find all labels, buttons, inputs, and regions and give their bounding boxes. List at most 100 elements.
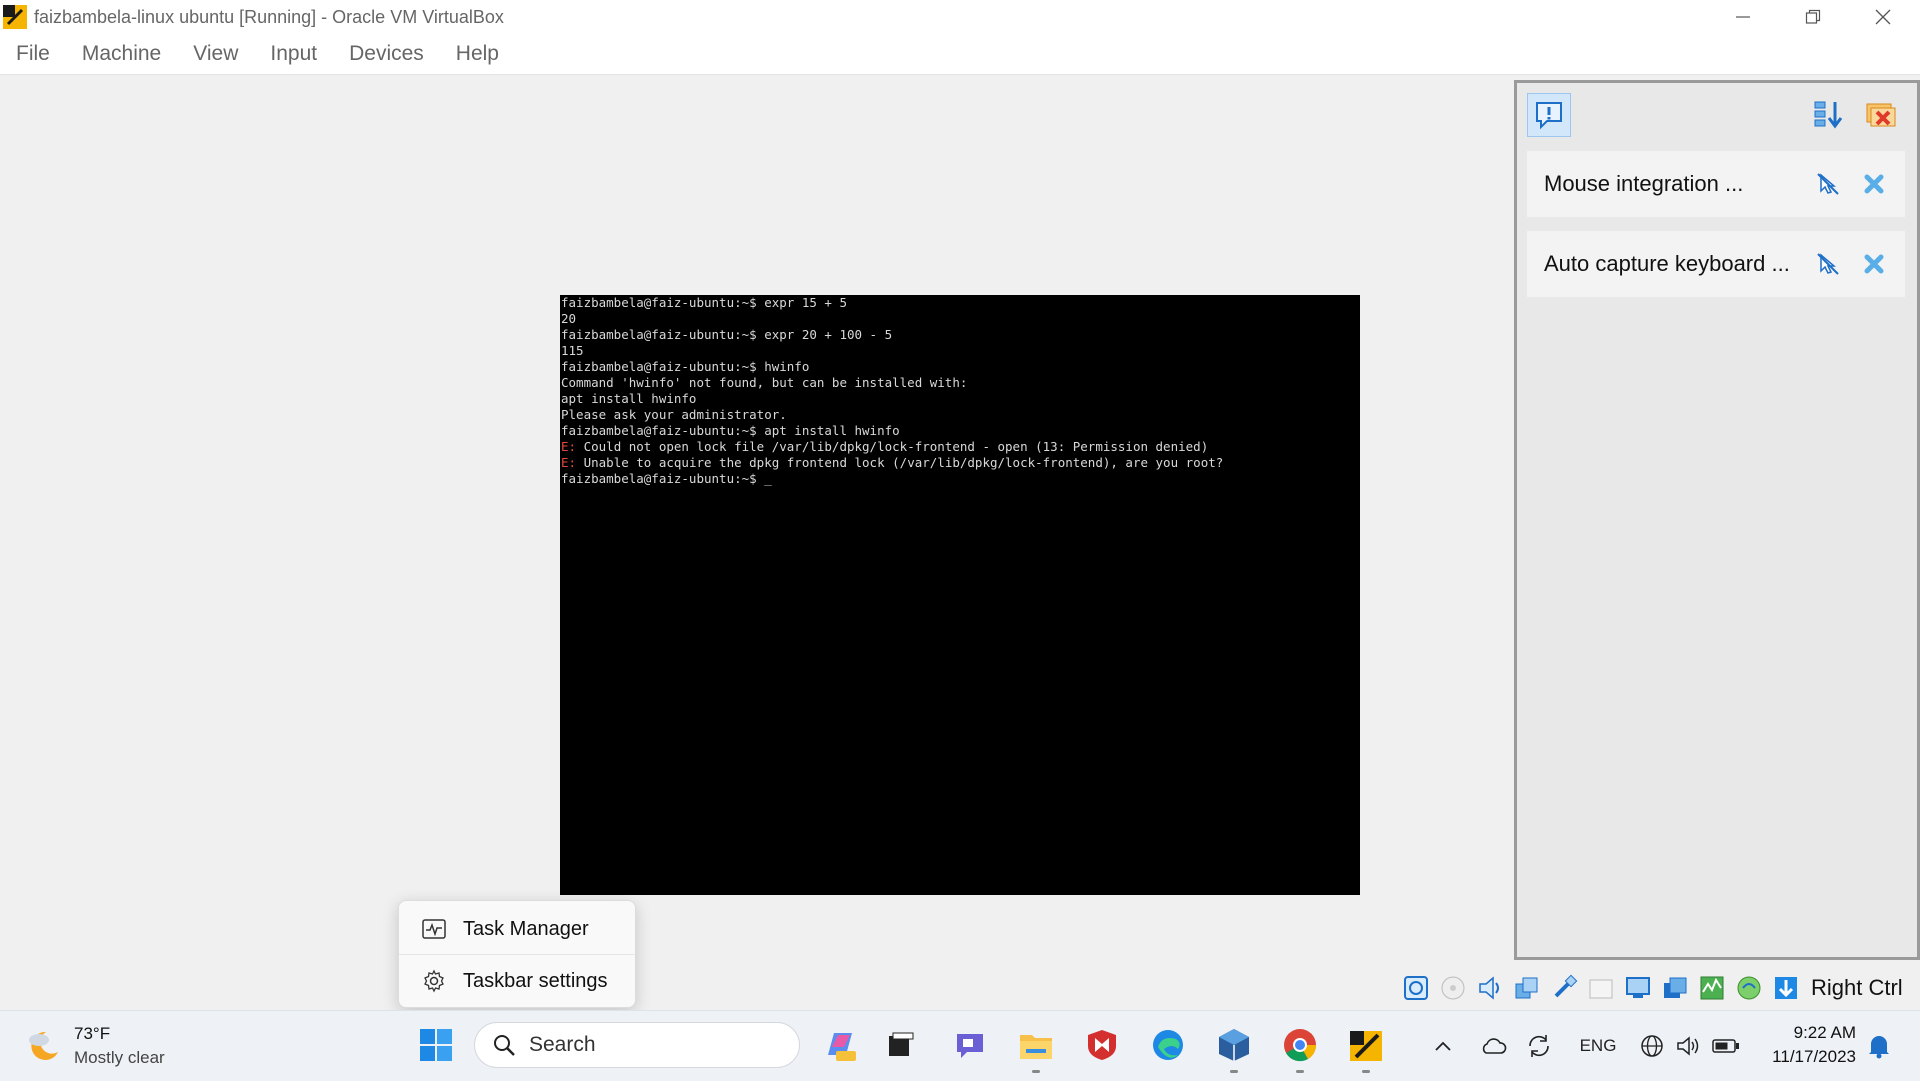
sort-down-icon	[1814, 101, 1843, 129]
taskbar-app-edge[interactable]	[1146, 1023, 1190, 1067]
sync-icon	[1529, 1035, 1549, 1057]
terminal-line: Please ask your administrator.	[561, 407, 787, 422]
show-hidden-icons-button[interactable]	[1430, 1031, 1456, 1061]
dismiss-notification-icon[interactable]	[1859, 169, 1889, 199]
clock-date: 11/17/2023	[1772, 1047, 1856, 1066]
minimize-icon	[1736, 16, 1750, 18]
edge-icon	[1153, 1030, 1183, 1060]
window-titlebar: faizbambela-linux ubuntu [Running] - Ora…	[0, 0, 1920, 34]
menu-help[interactable]: Help	[456, 42, 499, 66]
terminal-line: faizbambela@faiz-ubuntu:~$ apt install h…	[561, 423, 900, 438]
network-tray-button[interactable]	[1638, 1031, 1666, 1061]
taskbar-app-virtualbox-vm[interactable]	[1344, 1023, 1388, 1073]
running-indicator	[1362, 1070, 1370, 1073]
terminal-line: apt install hwinfo	[561, 391, 697, 406]
notification-toolbar	[1517, 83, 1917, 145]
mcafee-shield-icon	[1088, 1030, 1116, 1060]
terminal-line: faizbambela@faiz-ubuntu:~$ expr 15 + 5	[561, 295, 847, 310]
chrome-icon	[1284, 1029, 1317, 1062]
folder-icon	[1020, 1035, 1052, 1059]
taskbar-app-teams-chat[interactable]	[948, 1023, 992, 1067]
mouse-pointer-disabled-icon[interactable]	[1813, 249, 1843, 279]
gear-icon	[421, 968, 447, 994]
mouse-pointer-disabled-icon[interactable]	[1813, 169, 1843, 199]
virtualbox-app-icon	[3, 5, 27, 29]
sync-tray-button[interactable]	[1524, 1031, 1554, 1061]
cpu-activity-icon[interactable]	[1696, 972, 1728, 1004]
menu-divider	[399, 954, 635, 955]
dismiss-notification-icon[interactable]	[1859, 249, 1889, 279]
audio-icon[interactable]	[1474, 972, 1506, 1004]
menu-devices[interactable]: Devices	[349, 42, 424, 66]
menu-item-label: Task Manager	[463, 917, 589, 940]
task-manager-icon	[421, 916, 447, 942]
network-icon[interactable]	[1511, 972, 1543, 1004]
taskbar-app-virtualbox[interactable]	[1212, 1023, 1256, 1073]
vm-statusbar: Right Ctrl	[1400, 968, 1920, 1008]
language-label: ENG	[1579, 1036, 1617, 1055]
restore-button[interactable]	[1778, 0, 1848, 34]
terminal-error-line: E: Unable to acquire the dpkg frontend l…	[561, 455, 1224, 470]
battery-tray-button[interactable]	[1710, 1031, 1742, 1061]
cloud-icon	[1482, 1038, 1507, 1054]
start-button[interactable]	[414, 1023, 458, 1067]
optical-drive-icon[interactable]	[1437, 972, 1469, 1004]
menu-input[interactable]: Input	[270, 42, 317, 66]
onedrive-tray-button[interactable]	[1478, 1031, 1508, 1061]
usb-icon[interactable]	[1548, 972, 1580, 1004]
battery-icon	[1712, 1039, 1739, 1053]
taskbar-app-chrome[interactable]	[1278, 1023, 1322, 1073]
video-capture-icon[interactable]	[1659, 972, 1691, 1004]
hard-disk-icon[interactable]	[1400, 972, 1432, 1004]
window-title: faizbambela-linux ubuntu [Running] - Ora…	[34, 6, 504, 27]
notification-label: Auto capture keyboard ...	[1544, 251, 1790, 276]
host-key-label[interactable]: Right Ctrl	[1811, 975, 1903, 1001]
close-all-notifications-button[interactable]	[1859, 93, 1903, 137]
speaker-icon	[1677, 1036, 1699, 1056]
menu-machine[interactable]: Machine	[82, 42, 161, 66]
vm-terminal-screen[interactable]: faizbambela@faiz-ubuntu:~$ expr 15 + 5 2…	[560, 295, 1360, 895]
weather-widget[interactable]: 73°F Mostly clear	[24, 1021, 165, 1071]
globe-icon	[1641, 1035, 1663, 1057]
shared-folders-icon[interactable]	[1585, 972, 1617, 1004]
windows-taskbar: 73°F Mostly clear Search ENG 9:22 AM 11/…	[0, 1010, 1920, 1081]
taskbar-app-task-view[interactable]	[878, 1023, 922, 1067]
clock[interactable]: 9:22 AM 11/17/2023	[1756, 1021, 1856, 1069]
notifications-button[interactable]	[1864, 1031, 1894, 1061]
display-icon[interactable]	[1622, 972, 1654, 1004]
taskbar-app-file-explorer[interactable]	[1014, 1023, 1058, 1073]
close-button[interactable]	[1848, 0, 1918, 34]
moon-cloud-icon	[29, 1031, 58, 1060]
weather-text: 73°F Mostly clear	[74, 1024, 165, 1068]
notification-mouse-integration[interactable]: Mouse integration ...	[1527, 151, 1905, 217]
restore-icon	[1805, 9, 1821, 24]
chat-icon	[957, 1034, 983, 1058]
weather-condition: Mostly clear	[74, 1048, 165, 1067]
menu-file[interactable]: File	[16, 42, 50, 66]
volume-tray-button[interactable]	[1674, 1031, 1702, 1061]
menu-bar: File Machine View Input Devices Help	[0, 34, 1920, 75]
minimize-button[interactable]	[1708, 0, 1778, 34]
taskbar-search-box[interactable]: Search	[474, 1022, 800, 1068]
sort-notifications-button[interactable]	[1807, 93, 1851, 137]
windows-logo-icon	[420, 1029, 452, 1061]
notification-auto-capture-keyboard[interactable]: Auto capture keyboard ...	[1527, 231, 1905, 297]
taskbar-context-menu: Task Manager Taskbar settings	[398, 900, 636, 1008]
search-icon	[491, 1032, 517, 1058]
menu-item-task-manager[interactable]: Task Manager	[403, 905, 631, 953]
chevron-up-icon	[1435, 1041, 1451, 1051]
guest-additions-icon[interactable]	[1733, 972, 1765, 1004]
terminal-prompt-line: faizbambela@faiz-ubuntu:~$ _	[561, 471, 772, 486]
menu-view[interactable]: View	[193, 42, 238, 66]
notification-label: Mouse integration ...	[1544, 171, 1744, 196]
running-indicator	[1032, 1070, 1040, 1073]
menu-item-taskbar-settings[interactable]: Taskbar settings	[403, 957, 631, 1005]
terminal-line: 115	[561, 343, 584, 358]
virtualbox-cube-icon	[1219, 1029, 1249, 1061]
keyboard-capture-icon[interactable]	[1770, 972, 1802, 1004]
language-indicator[interactable]: ENG	[1576, 1031, 1620, 1061]
taskbar-app-copilot[interactable]	[818, 1023, 862, 1067]
taskbar-app-mcafee[interactable]	[1080, 1023, 1124, 1067]
bell-icon	[1869, 1036, 1889, 1059]
notification-center-toggle-button[interactable]	[1527, 93, 1571, 137]
